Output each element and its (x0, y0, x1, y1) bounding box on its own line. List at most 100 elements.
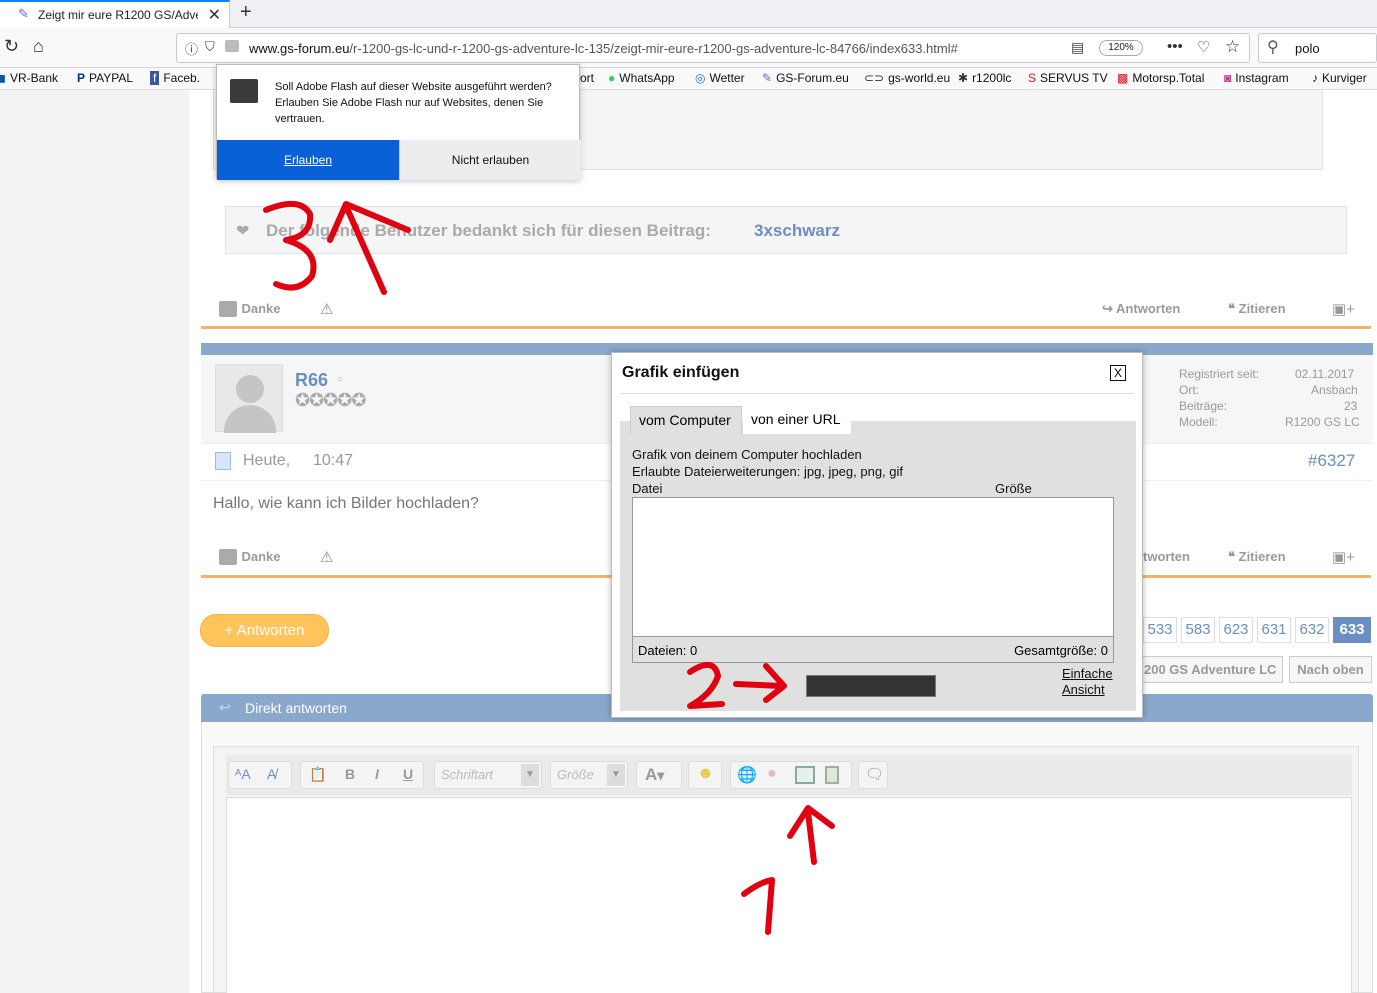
bookmark-wetter[interactable]: ◎ Wetter (695, 71, 745, 85)
font-select[interactable]: Schriftart ▼ (434, 761, 542, 789)
search-input[interactable]: polo (1295, 41, 1320, 56)
allow-flash-button[interactable]: Erlauben (217, 140, 399, 180)
zitieren-button-2[interactable]: ❝ Zitieren (1228, 549, 1286, 565)
forum-nav-link[interactable]: 200 GS Adventure LC (1141, 656, 1283, 683)
danke-button[interactable]: Danke (219, 300, 280, 318)
page-link[interactable]: 623 (1219, 617, 1253, 643)
paste-icon[interactable]: 📋 (309, 766, 326, 783)
insert-video-icon[interactable] (825, 766, 839, 784)
remove-format-icon[interactable]: ᴬA (235, 766, 251, 782)
bookmark-gs-world[interactable]: ⊂⊃ gs-world.eu (864, 71, 950, 85)
file-list[interactable] (632, 497, 1114, 637)
report-warning-icon[interactable]: ⚠ (320, 548, 333, 566)
url-bar[interactable]: ⓘ ⛉ www.gs-forum.eu/r-1200-gs-lc-und-r-1… (176, 33, 1250, 63)
link-icon[interactable]: 🌐 (737, 765, 757, 785)
clear-format-icon[interactable]: A̸ (267, 766, 276, 782)
bookmark-vr-bank[interactable]: ◼ VR-Bank (0, 71, 58, 85)
registered-value: 02.11.2017 (1295, 367, 1355, 381)
info-icon[interactable]: ⓘ (185, 39, 198, 58)
bold-icon[interactable]: B (345, 766, 355, 782)
speech-bubble-icon: 🗨 (865, 766, 885, 783)
bookmarks-bar: ◼ VR-Bank P PAYPAL f Faceb. ort ● WhatsApp ◎… (0, 68, 1377, 90)
beitraege-label: Beiträge: (1179, 399, 1228, 413)
reader-view-icon[interactable]: ▤ (1071, 39, 1084, 56)
zoom-level[interactable]: 120% (1099, 40, 1143, 56)
simple-view-link-line2[interactable]: Ansicht (1062, 682, 1105, 697)
close-tab-icon[interactable]: ✕ (208, 5, 221, 25)
post-number-link[interactable]: #6327 (1308, 451, 1355, 471)
bookmark-facebook[interactable]: f Faceb. (150, 71, 200, 85)
reload-icon[interactable]: ↻ (4, 36, 19, 57)
flash-prompt-text: Soll Adobe Flash auf dieser Website ausg… (275, 81, 552, 125)
toolbar-group-text: 📋 B I U (300, 761, 424, 789)
simple-view-link[interactable]: Einfache (1062, 666, 1113, 681)
multi-quote-icon[interactable]: ▣+ (1332, 300, 1355, 318)
home-icon[interactable]: ⌂ (33, 36, 44, 57)
underline-icon[interactable]: U (403, 766, 413, 782)
plugin-icon[interactable] (225, 40, 239, 52)
bookmark-kurviger[interactable]: ♪ Kurviger (1312, 71, 1367, 85)
thanks-user-link[interactable]: 3xschwarz (754, 221, 840, 241)
page-link[interactable]: 533 (1143, 617, 1177, 643)
insert-image-icon[interactable] (795, 766, 815, 784)
antworten-button-2[interactable]: tworten (1143, 549, 1190, 564)
antworten-reply-button[interactable]: + Antworten (200, 614, 329, 647)
search-box[interactable]: ⚲ polo (1258, 33, 1377, 63)
more-actions-icon[interactable]: ••• (1167, 38, 1183, 55)
bookmark-r1200lc[interactable]: ✱ r1200lc (958, 71, 1011, 85)
close-icon[interactable]: X (1110, 365, 1126, 381)
toolbar-group-format: ᴬA A̸ (228, 761, 292, 789)
unlink-icon[interactable]: ● (767, 765, 777, 783)
heart-icon: ❤ (236, 223, 250, 240)
page-link[interactable]: 631 (1257, 617, 1291, 643)
danke-button-2[interactable]: Danke (219, 548, 280, 566)
bookmark-sport[interactable]: ort (580, 71, 594, 85)
bookmark-servus-tv[interactable]: S SERVUS TV (1028, 71, 1108, 85)
bookmark-paypal[interactable]: P PAYPAL (77, 71, 133, 85)
smiley-button[interactable]: ☻ (688, 761, 722, 789)
italic-icon[interactable]: I (375, 766, 379, 782)
rank-stars: ✪✪✪✪✪ (295, 390, 366, 410)
modell-value: R1200 GS LC (1285, 415, 1360, 429)
new-tab-icon[interactable]: + (240, 1, 252, 24)
username-link[interactable]: R66 (295, 370, 328, 391)
upload-button-flash-placeholder[interactable] (806, 675, 936, 697)
allowed-extensions: Erlaubte Dateierweiterungen: jpg, jpeg, … (632, 464, 904, 479)
report-warning-icon[interactable]: ⚠ (320, 300, 333, 318)
thanks-box: ❤ Der folgende Benutzer bedankt sich für… (225, 206, 1347, 254)
bookmark-instagram[interactable]: ◙ Instagram (1224, 71, 1289, 85)
avatar[interactable] (215, 364, 283, 433)
deny-flash-button[interactable]: Nicht erlauben (399, 140, 581, 180)
bookmark-motorsport-total[interactable]: ▩ Motorsp.Total (1117, 71, 1204, 85)
total-size: Gesamtgröße: 0 (1014, 643, 1108, 658)
bookmark-star-icon[interactable]: ☆ (1225, 37, 1240, 57)
tab-von-einer-url[interactable]: von einer URL (743, 406, 851, 434)
page-link[interactable]: 632 (1295, 617, 1329, 643)
file-list-footer: Dateien: 0 Gesamtgröße: 0 (632, 637, 1114, 663)
quote-button[interactable]: 🗨 (858, 761, 888, 789)
post-message: Hallo, wie kann ich Bilder hochladen? (213, 495, 479, 512)
tab-vom-computer[interactable]: vom Computer (630, 406, 742, 434)
antworten-button[interactable]: ↪ Antworten (1102, 301, 1180, 317)
zitieren-button[interactable]: ❝ Zitieren (1228, 301, 1286, 317)
url-text[interactable]: www.gs-forum.eu/r-1200-gs-lc-und-r-1200-… (249, 41, 1049, 56)
insert-image-dialog: Grafik einfügen X Grafik von deinem Comp… (611, 352, 1143, 718)
pocket-icon[interactable]: ♡ (1197, 38, 1210, 56)
upload-instructions: Grafik von deinem Computer hochladen (632, 447, 862, 462)
online-status-icon: ○ (337, 374, 344, 385)
size-select[interactable]: Größe ▼ (550, 761, 628, 789)
font-color-button[interactable]: A▾ (636, 761, 682, 789)
message-textarea[interactable] (226, 797, 1352, 993)
browser-tab[interactable]: ✎ Zeigt mir eure R1200 GS/Adven ✕ (0, 0, 230, 28)
page-link[interactable]: 583 (1181, 617, 1215, 643)
shield-icon[interactable]: ⛉ (205, 39, 215, 55)
multi-quote-icon[interactable]: ▣+ (1332, 548, 1355, 566)
nach-oben-button[interactable]: Nach oben (1289, 656, 1372, 683)
modell-label: Modell: (1179, 415, 1218, 429)
bookmark-whatsapp[interactable]: ● WhatsApp (608, 71, 675, 85)
page-margin (0, 90, 189, 993)
page-current: 633 (1333, 617, 1371, 643)
direct-reply-title: Direkt antworten (245, 700, 347, 716)
dialog-body: Grafik von deinem Computer hochladen Erl… (620, 421, 1136, 711)
bookmark-gs-forum[interactable]: ✎ GS-Forum.eu (762, 71, 849, 85)
